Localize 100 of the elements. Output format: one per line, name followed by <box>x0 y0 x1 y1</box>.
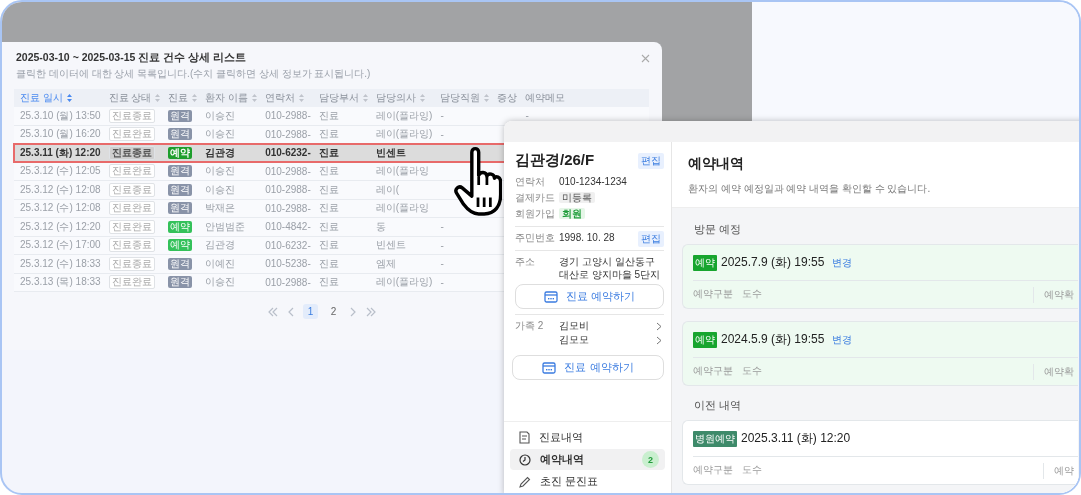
detail-label: 예약구분 <box>693 288 733 301</box>
table-cell: 안범범준 <box>205 220 246 232</box>
status-tag: 진료완료 <box>108 164 155 179</box>
document-icon <box>519 431 530 444</box>
modal-title: 2025-03-10 ~ 2025-03-15 진료 건수 상세 리스트 <box>16 51 247 65</box>
status-tag: 진료종료 <box>108 238 155 253</box>
table-cell: 010-6232- <box>265 147 311 159</box>
next-page-icon <box>349 306 357 317</box>
first-page-icon <box>267 306 279 317</box>
column-header[interactable]: 연락처 <box>259 89 313 107</box>
detail-label: 예약구분 <box>693 365 733 378</box>
column-header[interactable]: 담당직원 <box>434 89 492 107</box>
type-tag: 원격 <box>168 257 193 270</box>
table-cell: 김관경 <box>205 146 236 158</box>
column-header[interactable]: 진료 상태 <box>102 89 163 107</box>
table-cell: 25.3.12 (수) 17:00 <box>20 239 101 251</box>
column-header: 증상 <box>491 89 520 107</box>
table-cell: - <box>525 110 529 122</box>
table-cell: 진료 <box>318 239 339 251</box>
table-cell: 진료 <box>318 146 339 158</box>
field-value: 1998. 10. 28 <box>559 231 616 244</box>
detail-label: 예약확 <box>1033 363 1078 380</box>
reservation-datetime: 2024.5.9 (화) 19:55 <box>721 331 825 348</box>
status-tag: 진료완료 <box>108 201 155 216</box>
modal-subtitle: 클릭한 데이터에 대한 상세 목록입니다.(수치 클릭하면 상세 정보가 표시됩니다.) <box>16 67 371 81</box>
sidebar-item[interactable]: 진료내역 <box>510 427 665 448</box>
family-member-link[interactable]: 김모모 <box>559 333 662 347</box>
table-cell: 25.3.12 (수) 12:08 <box>20 202 101 214</box>
table-cell: 010-2988- <box>265 128 311 140</box>
family-member-link[interactable]: 김모비 <box>559 319 662 333</box>
table-cell: 레이(플라잉 <box>375 202 430 214</box>
table-cell: - <box>440 239 444 251</box>
type-tag: 원격 <box>168 165 193 178</box>
status-tag: 진료완료 <box>108 219 155 234</box>
section-description: 환자의 예약 예정일과 예약 내역을 확인할 수 있습니다. <box>688 182 932 196</box>
reservation-datetime: 2025.7.9 (화) 19:55 <box>721 254 825 271</box>
page-button[interactable]: 2 <box>326 304 341 319</box>
member-tag: 회원 <box>559 208 585 219</box>
table-cell: 010-4842- <box>265 221 311 233</box>
change-link[interactable]: 변경 <box>832 332 853 347</box>
table-cell: 진료 <box>318 165 339 177</box>
field-value: 010-1234-1234 <box>559 175 628 188</box>
count-badge: 2 <box>642 451 659 468</box>
group-heading: 이전 내역 <box>694 398 743 413</box>
status-tag: 진료완료 <box>108 127 155 142</box>
sidebar-item[interactable]: 초진 문진표 <box>510 471 665 492</box>
table-cell: 레이( <box>375 183 400 195</box>
table-cell: 이승진 <box>205 165 236 177</box>
type-tag: 예약 <box>168 146 193 159</box>
table-cell: 이예진 <box>205 257 236 269</box>
sidebar-item[interactable]: 예약내역 2 <box>510 449 665 470</box>
reservation-tag: 예약 <box>693 331 717 348</box>
field-label: 회원가입 <box>515 207 556 220</box>
table-cell: 010-6232- <box>265 239 311 251</box>
last-page-icon <box>365 306 377 317</box>
table-cell: 이승진 <box>205 109 236 121</box>
edit-button[interactable]: 편집 <box>638 231 664 247</box>
table-cell: - <box>440 276 444 288</box>
table-cell: 빈센트 <box>375 239 406 251</box>
table-cell: 진료 <box>318 276 339 288</box>
field-label: 가족 2 <box>515 319 545 333</box>
field-value: 경기 고양시 일산동구 대산로 양지마을 5단지 <box>559 255 662 281</box>
table-cell: 김관경 <box>205 239 236 251</box>
table-cell: 25.3.12 (수) 12:20 <box>20 220 101 232</box>
type-tag: 예약 <box>168 220 193 233</box>
table-cell: 레이(플라잉) <box>375 109 433 121</box>
type-tag: 원격 <box>168 276 193 289</box>
book-appointment-button[interactable]: 진료 예약하기 <box>515 284 664 309</box>
table-cell: 진료 <box>318 128 339 140</box>
field-label: 연락처 <box>515 175 546 188</box>
table-cell: 진료 <box>318 220 339 232</box>
hand-cursor-icon <box>454 145 502 217</box>
close-icon[interactable] <box>641 54 650 63</box>
field-label: 결제카드 <box>515 191 556 204</box>
status-tag: 진료종료 <box>108 182 155 197</box>
detail-label: 예약구분 <box>693 464 733 477</box>
edit-button[interactable]: 편집 <box>638 152 664 169</box>
clock-icon <box>519 453 531 466</box>
table-cell: 25.3.12 (수) 18:33 <box>20 257 101 269</box>
table-cell: 진료 <box>318 109 339 121</box>
patient-name: 김관경/26/F <box>515 151 595 170</box>
pencil-icon <box>519 475 531 488</box>
table-cell: - <box>440 221 444 233</box>
column-header[interactable]: 환자 이름 <box>199 89 260 107</box>
table-cell: 동 <box>375 220 386 232</box>
column-header[interactable]: 진료 <box>162 89 200 107</box>
table-cell: 010-2988- <box>265 110 311 122</box>
column-header[interactable]: 담당의사 <box>369 89 435 107</box>
table-cell: 레이(플라잉 <box>375 165 430 177</box>
book-appointment-button[interactable]: 진료 예약하기 <box>512 355 664 380</box>
status-tag: 진료종료 <box>108 145 155 160</box>
page-button[interactable]: 1 <box>303 304 318 319</box>
field-label: 주소 <box>515 255 536 268</box>
column-header[interactable]: 담당부서 <box>312 89 370 107</box>
calendar-icon <box>542 361 557 374</box>
detail-label: 예약확 <box>1033 286 1078 303</box>
table-cell: 빈센트 <box>375 146 406 158</box>
reservation-tag: 예약 <box>693 254 717 271</box>
column-header[interactable]: 진료 일시 <box>14 89 103 107</box>
change-link[interactable]: 변경 <box>832 255 853 270</box>
